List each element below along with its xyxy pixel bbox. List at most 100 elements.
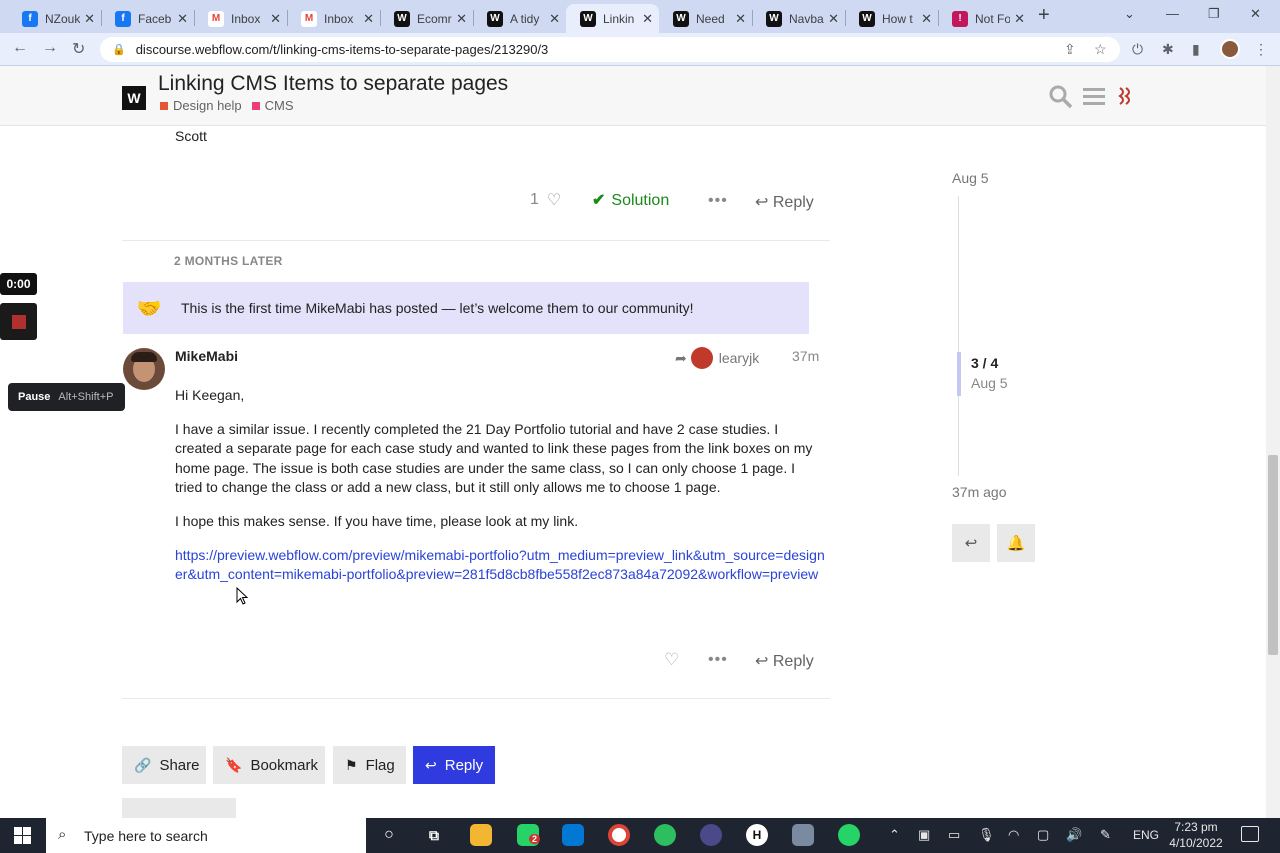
close-tab-icon[interactable]: ✕ (363, 11, 374, 27)
pen-icon[interactable]: ✎ (1100, 827, 1111, 843)
input-language[interactable]: ENG (1133, 828, 1159, 842)
windows-start-icon[interactable] (14, 827, 31, 844)
profile-avatar[interactable] (1220, 39, 1240, 59)
cortana-icon[interactable]: ○ (378, 824, 400, 846)
search-icon[interactable] (1048, 84, 1074, 116)
page-scrollbar[interactable] (1266, 66, 1280, 818)
browser-tab[interactable]: M Inbox ✕ (194, 4, 287, 33)
close-tab-icon[interactable]: ✕ (549, 11, 560, 27)
previous-post-reply-button[interactable]: ↩ Reply (755, 192, 814, 212)
browser-tab[interactable]: ! Not Fo ✕ (938, 4, 1031, 33)
forward-icon[interactable]: → (42, 39, 58, 57)
preview-link[interactable]: https://preview.webflow.com/preview/mike… (175, 547, 825, 583)
bookmark-button[interactable]: 🔖 Bookmark (213, 746, 325, 784)
browser-tab[interactable]: f NZouk ✕ (8, 4, 101, 33)
minimize-button[interactable]: — (1166, 6, 1179, 21)
close-tab-icon[interactable]: ✕ (177, 11, 188, 27)
webflow-logo[interactable]: W (122, 86, 146, 110)
post-reply-button[interactable]: ↩ Reply (755, 651, 814, 671)
address-bar[interactable]: 🔒 discourse.webflow.com/t/linking-cms-it… (100, 37, 1120, 62)
close-tab-icon[interactable]: ✕ (921, 11, 932, 27)
browser-tab[interactable]: W Ecomr ✕ (380, 4, 473, 33)
browser-tab[interactable]: W Need ✕ (659, 4, 752, 33)
close-window-button[interactable]: ✕ (1250, 6, 1261, 22)
drawing-app-icon[interactable] (792, 824, 814, 846)
reply-to-indicator[interactable]: ➦ learyjk (675, 347, 759, 369)
close-tab-icon[interactable]: ✕ (270, 11, 281, 27)
hamburger-menu-icon[interactable] (1082, 84, 1106, 114)
more-actions-icon[interactable]: ••• (708, 192, 728, 210)
action-center-icon[interactable] (1241, 826, 1259, 842)
cms-icon: ! (952, 10, 968, 27)
timeline-start-date[interactable]: Aug 5 (952, 170, 989, 186)
meet-now-icon[interactable]: ▣ (918, 827, 930, 843)
volume-icon[interactable]: 🔊 (1066, 827, 1082, 843)
topic-categories: Design help CMS (160, 98, 294, 113)
browser-tab[interactable]: W Navba ✕ (752, 4, 845, 33)
battery-icon[interactable]: ▭ (948, 827, 960, 843)
more-actions-icon[interactable]: ••• (708, 651, 728, 669)
file-explorer-icon[interactable] (470, 824, 492, 846)
back-icon[interactable]: ← (12, 39, 28, 57)
solution-button[interactable]: ✔ Solution (592, 190, 669, 210)
whatsapp-icon[interactable] (838, 824, 860, 846)
post-username[interactable]: MikeMabi (175, 348, 238, 364)
bookmark-star-icon[interactable]: ☆ (1094, 41, 1107, 58)
page-scrollbar-thumb[interactable] (1268, 455, 1278, 655)
close-tab-icon[interactable]: ✕ (735, 11, 746, 27)
microphone-icon[interactable]: 🎙 (978, 827, 995, 843)
browser-tab[interactable]: M Inbox ✕ (287, 4, 380, 33)
reload-icon[interactable]: ↻ (72, 39, 85, 59)
display-icon[interactable]: ▢ (1037, 827, 1049, 843)
store-icon[interactable] (562, 824, 584, 846)
heart-icon[interactable]: ♡ (547, 190, 561, 210)
share-button[interactable]: 🔗 Share (122, 746, 206, 784)
share-page-icon[interactable]: ⇪ (1064, 41, 1076, 58)
heart-icon[interactable]: ♡ (664, 650, 679, 670)
hemingway-icon[interactable]: H (746, 824, 768, 846)
timeline-handle[interactable] (957, 352, 961, 396)
restore-button[interactable]: ❐ (1208, 6, 1220, 22)
browser-tab[interactable]: W How t ✕ (845, 4, 938, 33)
reply-button[interactable]: ↩ Reply (413, 746, 495, 784)
category-design-help[interactable]: Design help (160, 98, 242, 113)
flag-button[interactable]: ⚑ Flag (333, 746, 406, 784)
extensions-puzzle-icon[interactable]: ✱ (1162, 41, 1174, 58)
side-panel-icon[interactable]: ▮ (1192, 41, 1200, 58)
timeline-reply-button[interactable]: ↩ (952, 524, 990, 562)
close-tab-icon[interactable]: ✕ (1014, 11, 1025, 27)
timeline-track[interactable] (958, 196, 959, 476)
chrome-icon[interactable] (608, 824, 630, 846)
user-avatar-icon[interactable] (1116, 84, 1136, 118)
vpn-lock-icon[interactable] (700, 824, 722, 846)
evernote-icon[interactable] (654, 824, 676, 846)
new-tab-button[interactable]: + (1038, 4, 1050, 27)
close-tab-icon[interactable]: ✕ (84, 11, 95, 27)
show-hidden-icons[interactable]: ⌃ (889, 827, 900, 843)
close-tab-icon[interactable]: ✕ (456, 11, 467, 27)
close-tab-icon[interactable]: ✕ (642, 11, 653, 27)
tracking-button[interactable] (122, 798, 236, 818)
whatsapp-business-icon[interactable]: 2 (517, 824, 541, 846)
previous-post-like[interactable]: 1 ♡ (530, 190, 561, 210)
category-cms[interactable]: CMS (251, 98, 294, 113)
task-view-icon[interactable]: ⧉ (423, 824, 445, 846)
close-tab-icon[interactable]: ✕ (828, 11, 839, 27)
stop-recording-button[interactable] (0, 303, 37, 340)
browser-tab[interactable]: W Linkin ✕ (566, 4, 659, 33)
taskbar-clock[interactable]: 7:23 pm 4/10/2022 (1166, 819, 1226, 851)
avatar[interactable] (123, 348, 165, 390)
browser-menu-icon[interactable]: ⋮ (1254, 41, 1268, 58)
like-count: 1 (530, 191, 539, 208)
wifi-icon[interactable]: ◠ (1008, 827, 1019, 843)
timeline-end-label[interactable]: 37m ago (952, 484, 1006, 500)
taskbar-search[interactable]: ⌕ Type here to search (46, 818, 366, 853)
browser-tab[interactable]: f Faceb ✕ (101, 4, 194, 33)
browser-tab[interactable]: W A tidy ✕ (473, 4, 566, 33)
topic-title[interactable]: Linking CMS Items to separate pages (158, 72, 508, 96)
notification-bell-button[interactable]: 🔔 (997, 524, 1035, 562)
webflow-icon: W (487, 10, 503, 27)
extension-power-icon[interactable]: ⏻ (1132, 41, 1143, 58)
post-age[interactable]: 37m (792, 348, 819, 364)
tab-search-icon[interactable]: ⌄ (1124, 6, 1135, 22)
